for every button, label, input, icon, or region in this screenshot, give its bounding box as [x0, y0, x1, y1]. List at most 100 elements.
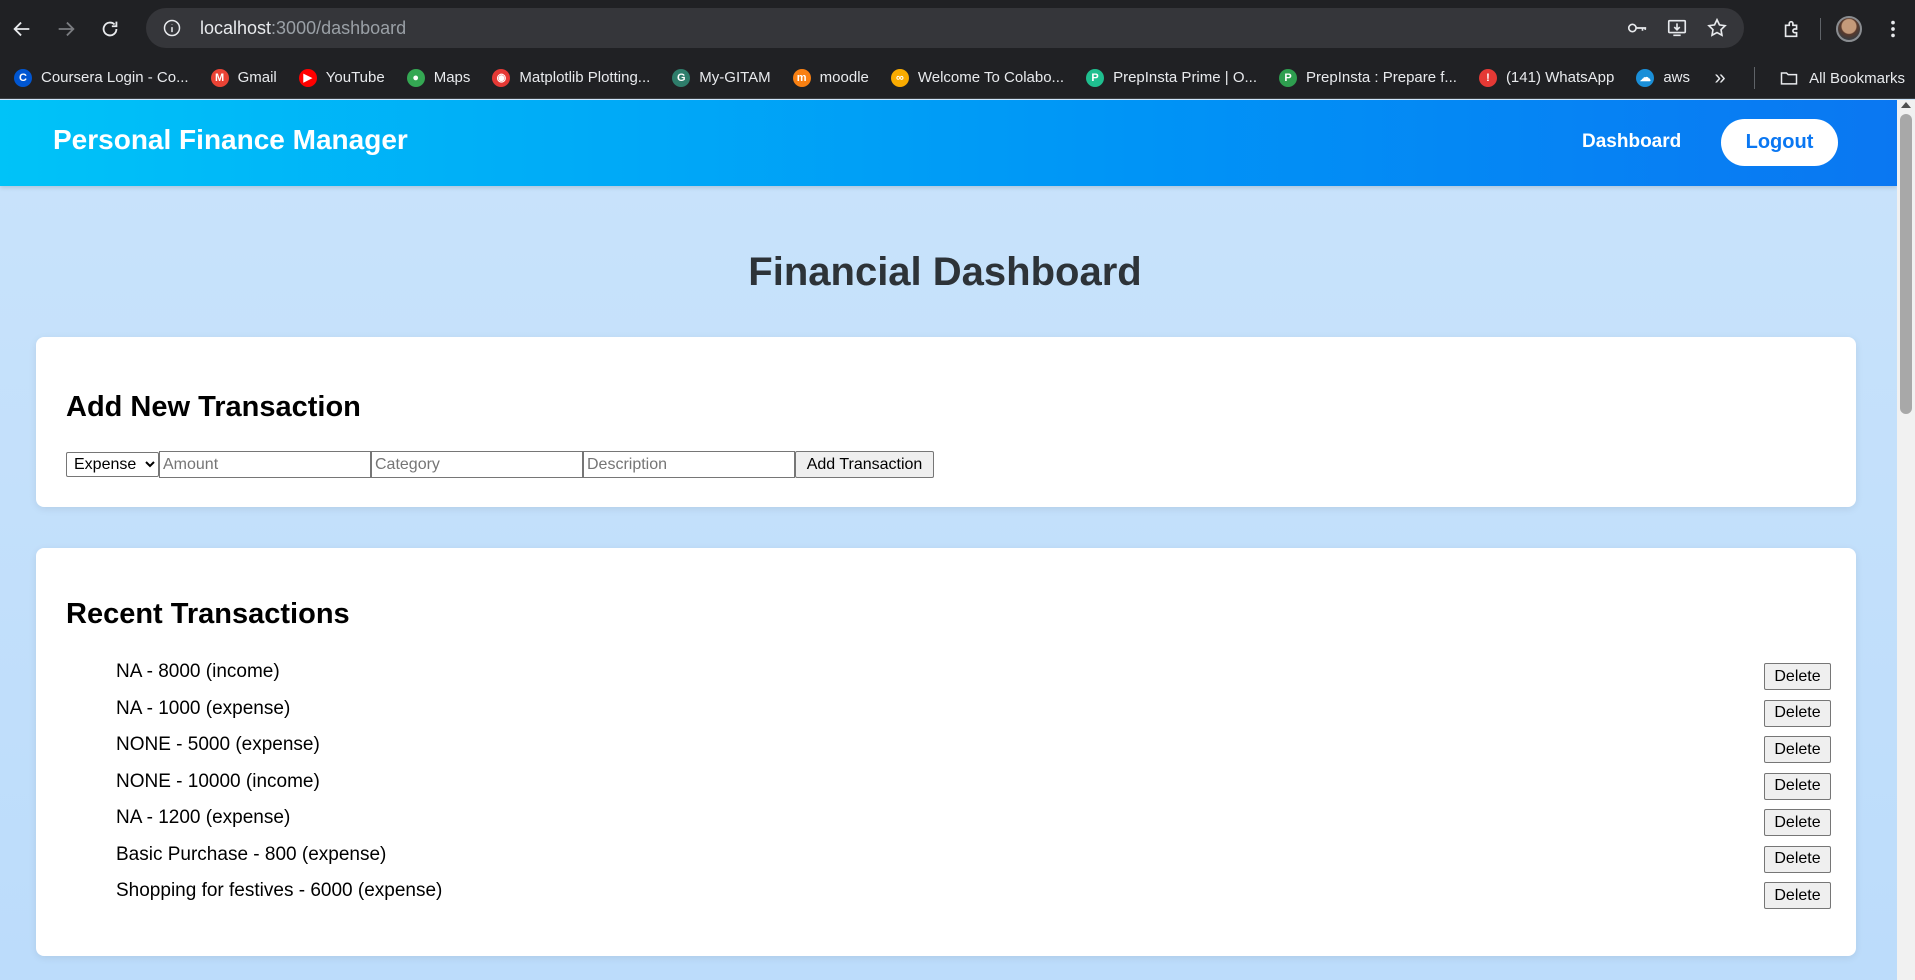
transaction-text: NONE - 5000 (expense) [116, 734, 320, 755]
arrow-left-icon [13, 21, 30, 36]
transaction-text: NA - 8000 (income) [116, 661, 280, 682]
list-item: Shopping for festives - 6000 (expense) D… [116, 879, 1831, 916]
transaction-type-select[interactable]: Expense [66, 452, 159, 477]
recent-transactions-title: Recent Transactions [66, 598, 350, 630]
bookmark-label: moodle [819, 69, 869, 86]
bookmark-item[interactable]: G My-GITAM [666, 63, 776, 93]
back-button[interactable] [0, 7, 44, 51]
transaction-text: Basic Purchase - 800 (expense) [116, 843, 387, 865]
description-input[interactable] [583, 451, 795, 478]
category-input[interactable] [371, 451, 583, 478]
list-item: Basic Purchase - 800 (expense) Delete [116, 843, 1831, 880]
add-transaction-button[interactable]: Add Transaction [795, 451, 934, 478]
matplotlib-icon: ◉ [492, 68, 511, 87]
app-header: Personal Finance Manager Dashboard Logou… [0, 100, 1897, 186]
bookmark-star-icon[interactable] [1702, 13, 1732, 43]
more-bookmarks-chevron-icon[interactable]: » [1705, 63, 1735, 93]
gitam-icon: G [672, 68, 691, 87]
recent-transactions-card: Recent Transactions NA - 8000 (income) D… [36, 548, 1856, 956]
bookmark-label: Gmail [237, 69, 277, 86]
site-info-icon[interactable] [152, 8, 192, 48]
prepinsta-prime-icon: P [1086, 68, 1105, 87]
transaction-text: NA - 1000 (expense) [116, 697, 291, 719]
bookmark-item[interactable]: P PrepInsta : Prepare f... [1273, 63, 1463, 93]
bookmark-item[interactable]: C Coursera Login - Co... [8, 63, 195, 93]
bookmark-label: Welcome To Colabo... [917, 69, 1065, 86]
transaction-text: NONE - 10000 (income) [116, 770, 320, 792]
list-item: NA - 8000 (income) Delete [116, 660, 1831, 697]
app-brand[interactable]: Personal Finance Manager [53, 124, 408, 156]
bookmark-item[interactable]: ☁ aws [1630, 63, 1696, 93]
bookmark-item[interactable]: ◉ Matplotlib Plotting... [486, 63, 656, 93]
add-transaction-card: Add New Transaction Expense Add Transact… [36, 337, 1856, 507]
bookmark-item[interactable]: M Gmail [205, 63, 283, 93]
delete-button[interactable]: Delete [1764, 809, 1831, 836]
bookmark-label: Maps [433, 69, 471, 86]
logout-button[interactable]: Logout [1721, 119, 1838, 166]
toolbar-separator [1820, 17, 1821, 40]
avatar [1836, 15, 1862, 42]
page-viewport: Personal Finance Manager Dashboard Logou… [0, 100, 1897, 980]
bookmark-label: YouTube [325, 69, 385, 86]
youtube-icon: ▶ [298, 68, 317, 87]
install-app-icon[interactable] [1662, 13, 1692, 43]
bookmark-label: (141) WhatsApp [1505, 69, 1615, 86]
url-path: :3000/dashboard [271, 17, 407, 38]
reload-icon [102, 21, 118, 36]
all-bookmarks-label: All Bookmarks [1809, 69, 1905, 87]
bookmark-label: Matplotlib Plotting... [519, 69, 651, 86]
scrollbar-thumb[interactable] [1900, 114, 1912, 414]
profile-avatar[interactable] [1827, 7, 1871, 51]
browser-toolbar: localhost:3000/dashboard [0, 0, 1915, 57]
prepinsta-icon: P [1279, 68, 1298, 87]
bookmark-item[interactable]: ! (141) WhatsApp [1473, 63, 1620, 93]
folder-icon [1780, 72, 1798, 85]
transaction-text: Shopping for festives - 6000 (expense) [116, 880, 443, 901]
arrow-right-icon [58, 21, 75, 36]
list-item: NA - 1000 (expense) Delete [116, 697, 1831, 734]
add-transaction-form: Expense Add Transaction [66, 451, 934, 478]
bookmarks-bar: C Coursera Login - Co... M Gmail ▶ YouTube ● Ma… [0, 57, 1915, 99]
bookmark-item[interactable]: P PrepInsta Prime | O... [1080, 63, 1263, 93]
maps-icon: ● [406, 68, 425, 87]
bookmark-label: My-GITAM [699, 69, 771, 86]
moodle-icon: m [792, 68, 811, 87]
page-title: Financial Dashboard [748, 250, 1142, 294]
colab-icon: ∞ [890, 68, 909, 87]
coursera-icon: C [14, 68, 32, 87]
password-key-icon[interactable] [1622, 13, 1652, 43]
list-item: NONE - 5000 (expense) Delete [116, 733, 1831, 770]
bookmark-item[interactable]: m moodle [787, 63, 875, 93]
delete-button[interactable]: Delete [1764, 736, 1831, 763]
bookmark-label: aws [1663, 69, 1691, 86]
list-item: NA - 1200 (expense) Delete [116, 806, 1831, 843]
address-bar[interactable]: localhost:3000/dashboard [146, 8, 1744, 48]
page-scrollbar[interactable] [1897, 100, 1915, 980]
delete-button[interactable]: Delete [1764, 772, 1831, 800]
url-text[interactable]: localhost:3000/dashboard [200, 18, 406, 39]
bookmark-label: PrepInsta Prime | O... [1113, 69, 1258, 86]
all-bookmarks-button[interactable]: All Bookmarks [1779, 63, 1905, 93]
nav-dashboard-link[interactable]: Dashboard [1582, 131, 1681, 153]
aws-icon: ☁ [1636, 68, 1655, 87]
transaction-text: NA - 1200 (expense) [116, 807, 291, 828]
bookmark-item[interactable]: ● Maps [401, 63, 477, 93]
reload-button[interactable] [88, 7, 132, 51]
delete-button[interactable]: Delete [1764, 699, 1831, 727]
bookmark-item[interactable]: ∞ Welcome To Colabo... [885, 63, 1070, 93]
bookmark-label: Coursera Login - Co... [41, 69, 189, 86]
url-host: localhost [200, 17, 272, 38]
scroll-up-arrow-icon[interactable] [1901, 102, 1911, 108]
delete-button[interactable]: Delete [1764, 663, 1831, 690]
bookmarks-divider [1754, 67, 1755, 89]
delete-button[interactable]: Delete [1764, 845, 1831, 873]
transactions-list: NA - 8000 (income) Delete NA - 1000 (exp… [116, 660, 1831, 916]
delete-button[interactable]: Delete [1764, 882, 1831, 909]
forward-button[interactable] [44, 7, 88, 51]
bookmark-label: PrepInsta : Prepare f... [1306, 69, 1457, 86]
gmail-icon: M [210, 68, 229, 87]
extensions-icon[interactable] [1770, 7, 1814, 51]
browser-menu-icon[interactable] [1871, 7, 1915, 51]
amount-input[interactable] [159, 451, 371, 478]
bookmark-item[interactable]: ▶ YouTube [293, 63, 391, 93]
